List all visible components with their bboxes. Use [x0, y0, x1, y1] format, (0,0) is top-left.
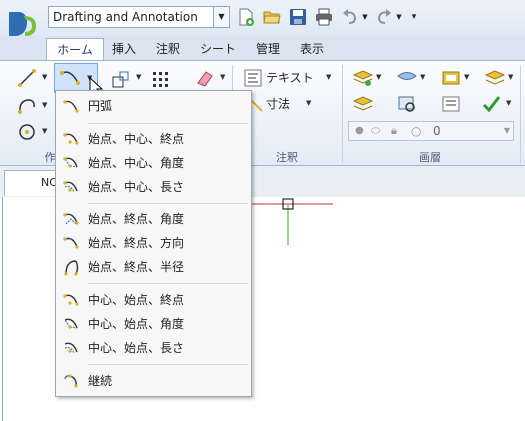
redo-dropdown-icon[interactable]: ▼ [394, 7, 404, 27]
layer-stack-icon[interactable] [484, 67, 506, 89]
menu-item-center-start-length[interactable]: 中心、始点、長さ [56, 337, 251, 359]
menu-divider [88, 203, 248, 204]
menu-item-center-start-angle[interactable]: 中心、始点、角度 [56, 313, 251, 335]
customize-qat-icon[interactable]: ▾ [408, 7, 420, 27]
light-bulb-icon: ● [355, 125, 364, 136]
text-icon[interactable] [242, 67, 264, 89]
layer-properties-icon[interactable] [352, 67, 374, 89]
tab-home[interactable]: ホーム [46, 38, 104, 60]
chevron-down-icon[interactable]: ▼ [376, 73, 381, 81]
chevron-down-icon[interactable]: ▼ [326, 73, 331, 81]
layer-off-icon[interactable] [352, 93, 374, 115]
menu-item-start-end-radius[interactable]: 始点、終点、半径 [56, 256, 251, 278]
arc-dropdown-menu: 円弧 始点、中心、終点 始点、中心、角度 始点、中心、長さ 始点、終点、角度 始… [55, 90, 252, 397]
print-icon[interactable] [314, 7, 334, 27]
chevron-down-icon[interactable]: ▼ [213, 7, 229, 27]
tab-view[interactable]: 表示 [294, 38, 330, 60]
menu-divider [88, 364, 248, 365]
arc-icon [63, 100, 79, 113]
redo-icon[interactable] [374, 7, 394, 27]
sun-icon: ⬭ [371, 124, 381, 137]
menu-item-continue[interactable]: 継続 [56, 370, 251, 392]
panel-layer-label: 画層 [419, 151, 441, 164]
layer-isolate-icon[interactable] [396, 93, 418, 115]
menu-divider [88, 283, 248, 284]
menu-item-label: 円弧 [88, 99, 113, 113]
lock-icon: 🔒︎ [391, 124, 397, 137]
menu-item-start-end-angle[interactable]: 始点、終点、角度 [56, 208, 251, 230]
workspace-dropdown[interactable]: Drafting and Annotation ▼ [48, 6, 230, 28]
arc-start-center-angle-icon [63, 157, 78, 168]
menu-item-start-center-angle[interactable]: 始点、中心、角度 [56, 152, 251, 174]
arc-start-end-angle-icon [63, 213, 79, 225]
check-icon[interactable] [480, 93, 502, 115]
arc-center-start-length-icon [64, 342, 78, 354]
chevron-down-icon[interactable]: ▼ [136, 73, 141, 81]
arc-icon [60, 71, 80, 85]
menu-item-label: 中心、始点、角度 [88, 317, 185, 331]
arc-center-start-end-icon [63, 294, 79, 306]
line-icon[interactable] [16, 67, 38, 89]
undo-icon[interactable] [340, 7, 360, 27]
panel-divider [342, 65, 343, 163]
panel-annotate-label: 注釈 [276, 151, 298, 164]
color-swatch-icon: ○ [411, 124, 422, 138]
quick-access-toolbar: Drafting and Annotation ▼ ▼ ▼ ▾ [0, 0, 525, 36]
menu-item-label: 始点、中心、長さ [88, 180, 185, 194]
menu-item-label: 継続 [88, 374, 113, 388]
tab-manage[interactable]: 管理 [250, 38, 286, 60]
layer-state-icon[interactable] [396, 67, 418, 89]
arc-start-center-end-icon [63, 133, 79, 145]
erase-icon[interactable] [194, 67, 216, 89]
chevron-down-icon[interactable]: ▼ [42, 73, 47, 81]
chevron-down-icon[interactable]: ▼ [508, 73, 513, 81]
arc-start-end-direction-icon [63, 237, 79, 249]
tab-annotate[interactable]: 注釈 [150, 38, 186, 60]
tab-sheet[interactable]: シート [196, 38, 240, 60]
open-folder-icon[interactable] [262, 7, 282, 27]
menu-divider [88, 123, 248, 124]
panel-divider [520, 65, 521, 163]
tab-insert[interactable]: 挿入 [106, 38, 142, 60]
menu-item-arc[interactable]: 円弧 [56, 95, 251, 117]
ribbon-tab-bar: ホーム 挿入 注釈 シート 管理 表示 [0, 36, 525, 60]
dimension-button-label[interactable]: 寸法 [266, 95, 290, 113]
menu-item-label: 始点、中心、角度 [88, 156, 185, 170]
menu-item-label: 中心、始点、長さ [88, 341, 185, 355]
chevron-down-icon[interactable]: ▼ [220, 73, 225, 81]
arc-start-center-length-icon [63, 181, 78, 193]
chevron-down-icon[interactable]: ▼ [420, 73, 425, 81]
circle-icon[interactable] [16, 121, 38, 143]
layer-dropdown[interactable]: ● ⬭ 🔒︎ ○ 0 ▼ [348, 121, 514, 141]
layer-name-value: 0 [433, 124, 441, 138]
layer-list-icon[interactable] [440, 93, 462, 115]
arc-center-start-angle-icon [64, 318, 78, 329]
menu-item-label: 始点、終点、方向 [88, 236, 185, 250]
save-icon[interactable] [288, 7, 308, 27]
menu-item-label: 中心、始点、終点 [88, 293, 185, 307]
menu-item-label: 始点、中心、終点 [88, 132, 185, 146]
chevron-down-icon[interactable]: ▼ [42, 101, 47, 109]
undo-dropdown-icon[interactable]: ▼ [360, 7, 370, 27]
arc-start-end-radius-icon [64, 260, 79, 276]
menu-item-start-center-length[interactable]: 始点、中心、長さ [56, 176, 251, 198]
polyline-icon[interactable] [16, 95, 38, 117]
menu-item-start-center-end[interactable]: 始点、中心、終点 [56, 128, 251, 150]
menu-item-label: 始点、終点、角度 [88, 212, 185, 226]
text-button-label[interactable]: テキスト [266, 69, 314, 87]
chevron-down-icon[interactable]: ▼ [42, 127, 47, 135]
layer-match-icon[interactable] [440, 67, 462, 89]
chevron-down-icon[interactable]: ▼ [506, 99, 511, 107]
menu-item-label: 始点、終点、半径 [88, 260, 185, 274]
menu-item-start-end-direction[interactable]: 始点、終点、方向 [56, 232, 251, 254]
chevron-down-icon[interactable]: ▼ [464, 73, 469, 81]
arc-continue-icon [64, 374, 78, 388]
rectangle-icon[interactable] [110, 69, 132, 91]
new-file-icon[interactable] [236, 7, 256, 27]
menu-item-center-start-end[interactable]: 中心、始点、終点 [56, 289, 251, 311]
workspace-value: Drafting and Annotation [53, 10, 198, 24]
chevron-down-icon[interactable]: ▼ [504, 122, 510, 140]
array-icon[interactable] [150, 69, 172, 91]
chevron-down-icon[interactable]: ▼ [306, 99, 311, 107]
